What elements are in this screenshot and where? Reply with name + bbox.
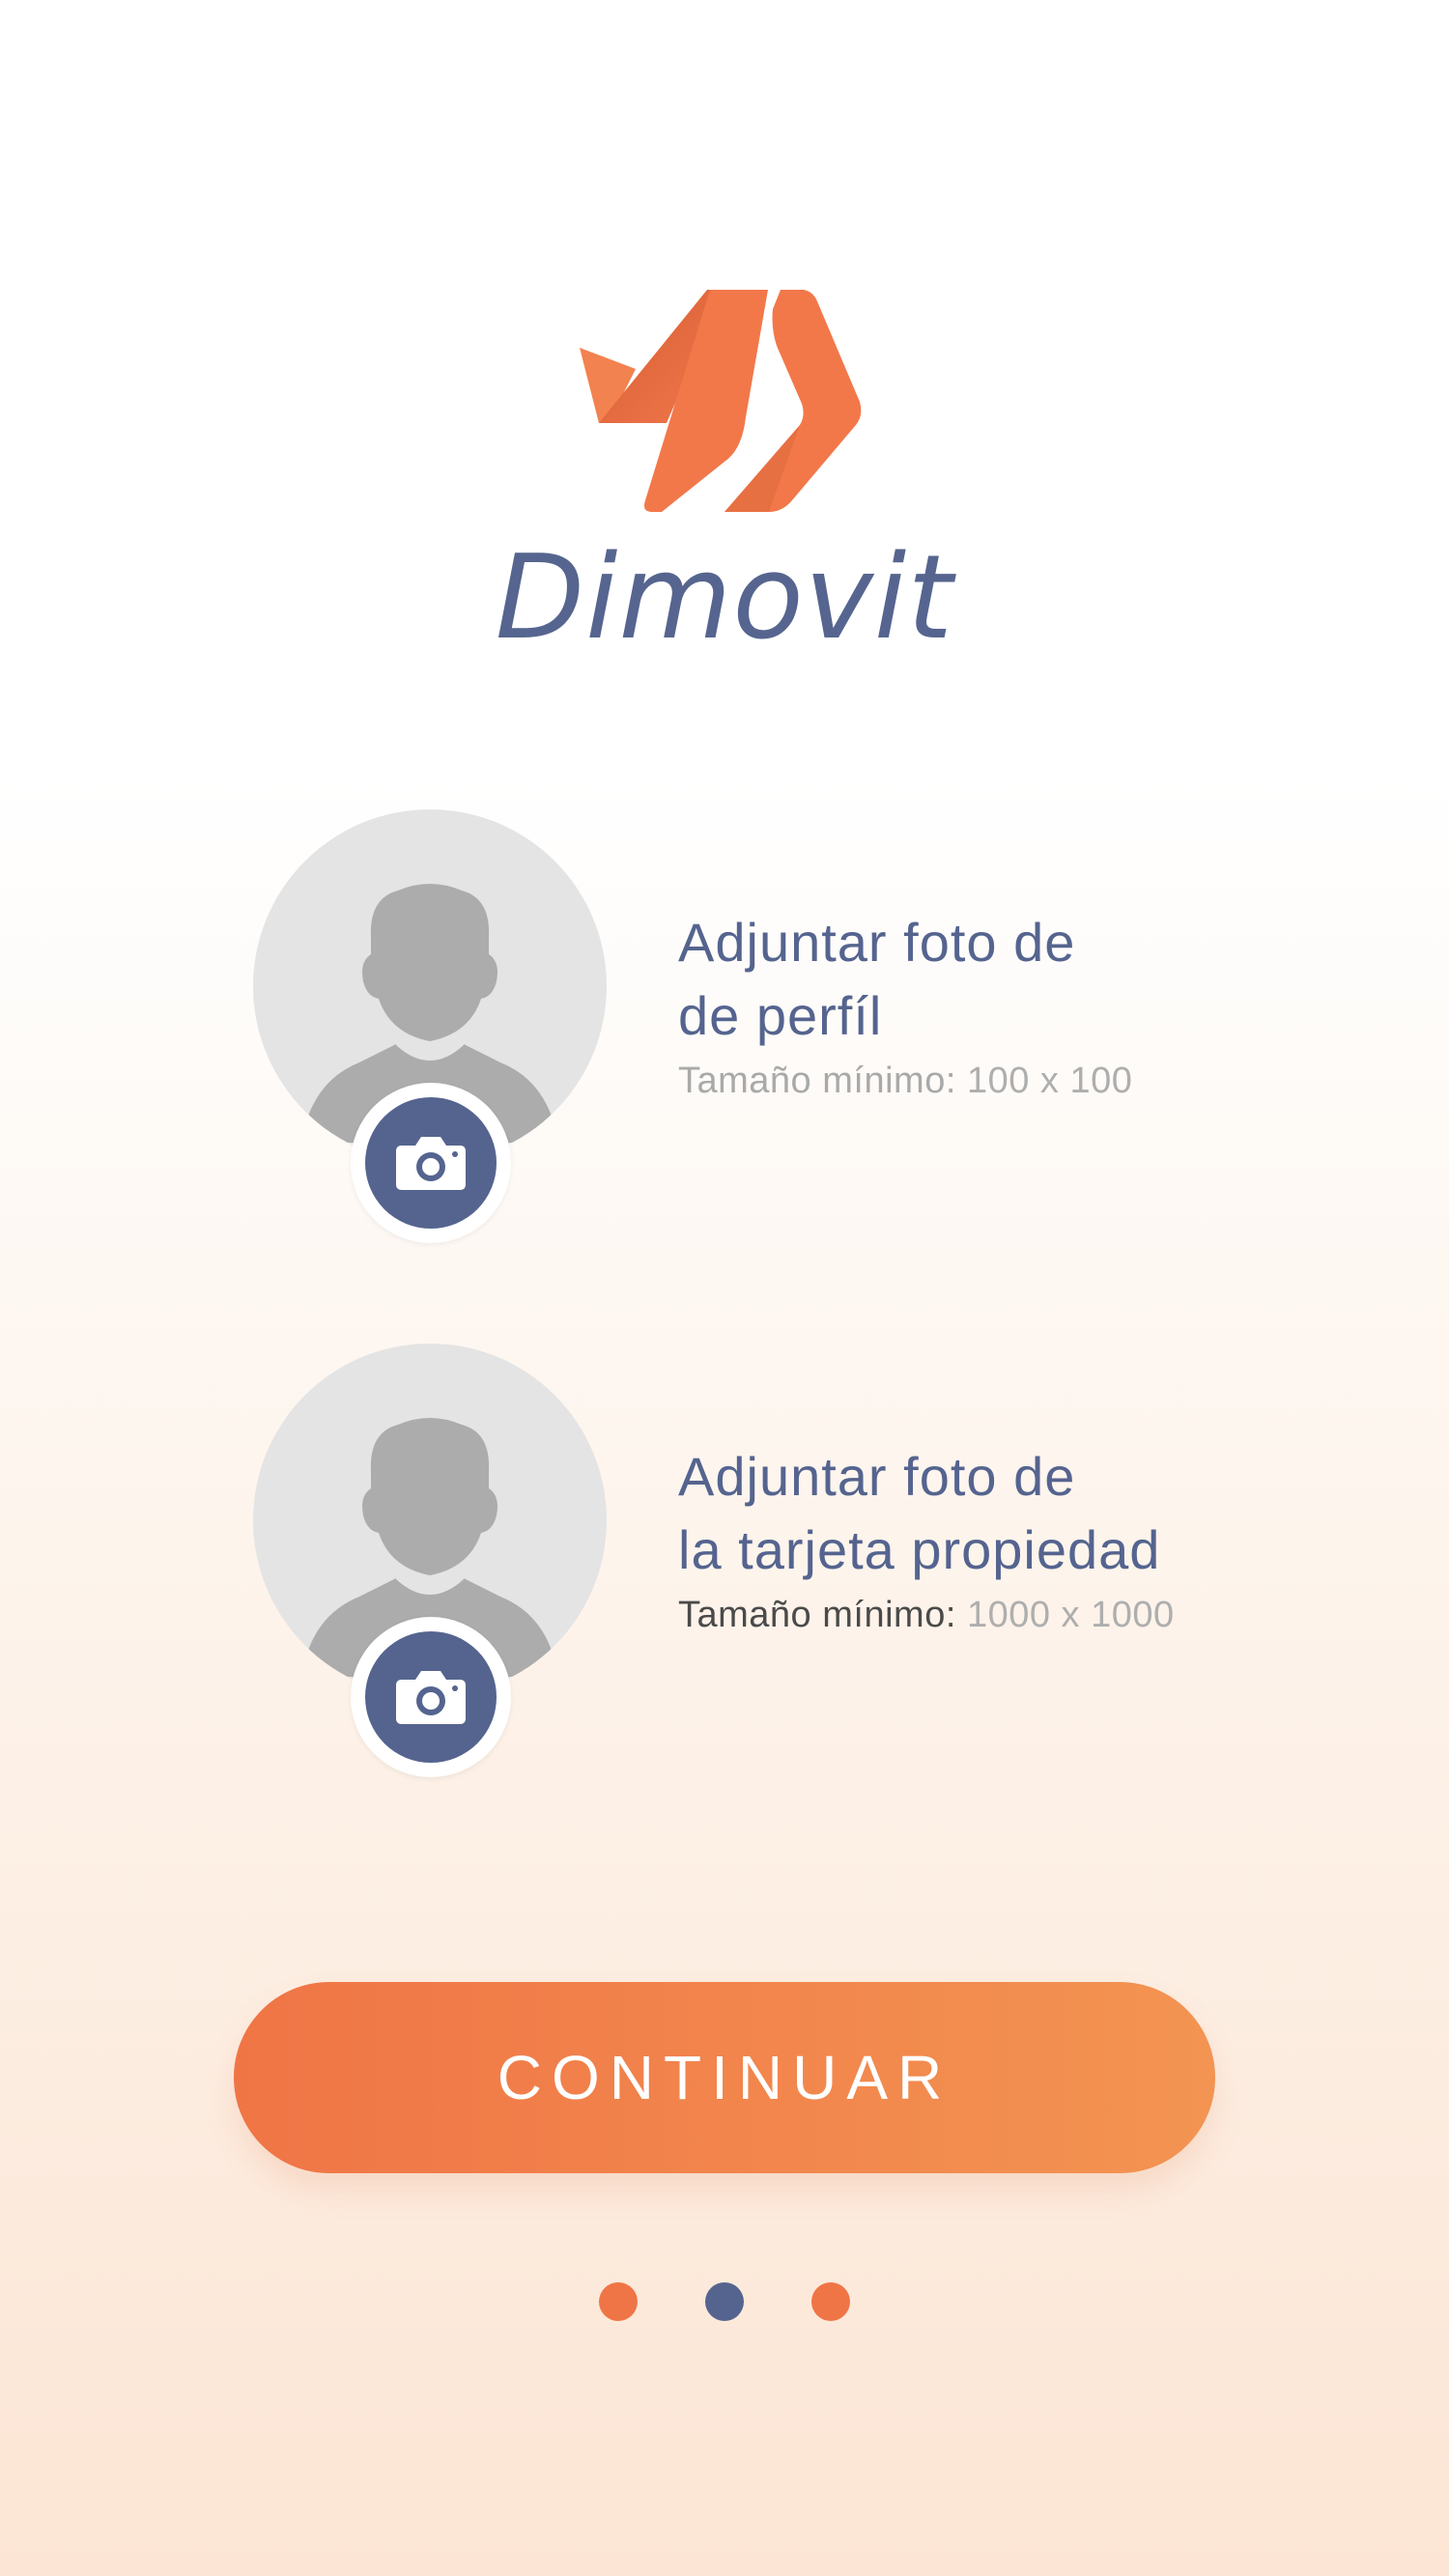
upload-title-line2: la tarjeta propiedad — [678, 1519, 1161, 1580]
pager-dot[interactable] — [599, 2282, 638, 2321]
property-card-photo-upload: Adjuntar foto de la tarjeta propiedad Ta… — [253, 1344, 1277, 1777]
property-card-upload-text: Adjuntar foto de la tarjeta propiedad Ta… — [678, 1440, 1175, 1636]
pager-dot-active[interactable] — [705, 2282, 744, 2321]
pager-dot[interactable] — [811, 2282, 850, 2321]
upload-title-line1: Adjuntar foto de — [678, 912, 1076, 973]
profile-photo-upload: Adjuntar foto de de perfíl Tamaño mínimo… — [253, 809, 1277, 1243]
min-size-hint: Tamaño mínimo: 1000 x 1000 — [678, 1595, 1175, 1636]
brand-logo: Dimovit — [0, 280, 1449, 657]
camera-icon — [396, 1137, 466, 1190]
upload-title-line2: de perfíl — [678, 985, 883, 1046]
dimovit-logo-icon — [580, 290, 862, 512]
upload-title-line1: Adjuntar foto de — [678, 1446, 1076, 1507]
min-size-value: 100 x 100 — [966, 1061, 1133, 1101]
profile-upload-text: Adjuntar foto de de perfíl Tamaño mínimo… — [678, 906, 1132, 1102]
min-size-label: Tamaño mínimo: — [678, 1595, 956, 1635]
brand-name: Dimovit — [495, 531, 954, 665]
camera-icon — [396, 1671, 466, 1724]
min-size-hint: Tamaño mínimo: 100 x 100 — [678, 1061, 1132, 1102]
continue-button[interactable]: CONTINUAR — [234, 1982, 1215, 2173]
min-size-value: 1000 x 1000 — [966, 1595, 1175, 1635]
min-size-label: Tamaño mínimo: — [678, 1061, 956, 1101]
profile-camera-button[interactable] — [351, 1083, 511, 1243]
pager-dots — [0, 2282, 1449, 2321]
property-card-camera-button[interactable] — [351, 1617, 511, 1777]
